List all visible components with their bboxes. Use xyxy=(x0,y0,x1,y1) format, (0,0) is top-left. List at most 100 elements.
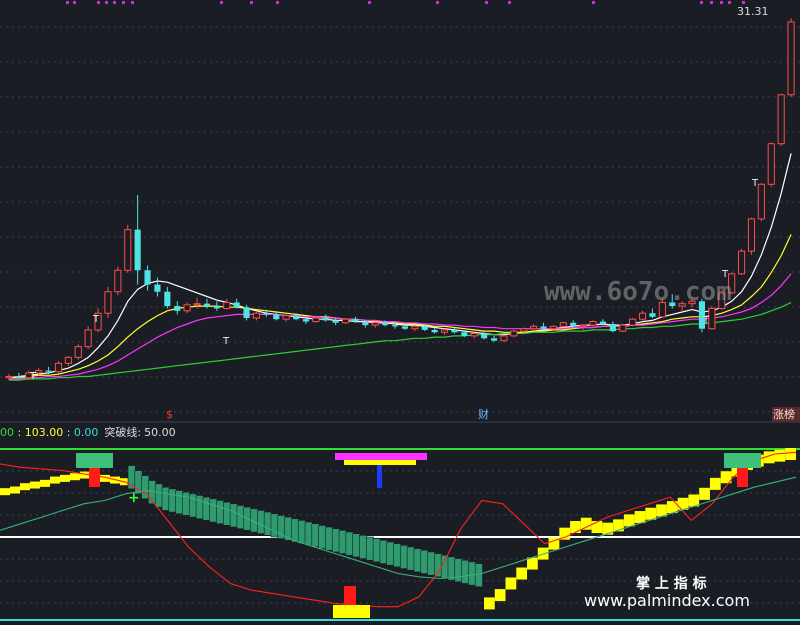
candle-body-up xyxy=(54,362,63,373)
candle-body-up xyxy=(64,356,72,364)
candle-body-up xyxy=(282,315,290,320)
marker-s: $ xyxy=(166,408,173,421)
yellow-rising-step xyxy=(699,487,710,500)
yellow-rising-step xyxy=(527,557,538,570)
event-dot xyxy=(97,1,100,4)
indicator-val: 50.00 xyxy=(144,426,176,439)
candle-body-up xyxy=(252,312,261,319)
candle-body-up xyxy=(510,330,518,337)
event-dot xyxy=(220,1,223,4)
yellow-rising-step xyxy=(623,514,635,527)
green-step xyxy=(216,500,225,525)
green-step xyxy=(338,530,347,554)
indicator-v1: 00 xyxy=(0,426,14,439)
signal-bar-blue xyxy=(377,465,382,488)
green-step xyxy=(379,540,388,564)
candle-body-up xyxy=(440,329,449,333)
event-dot xyxy=(742,1,745,4)
green-step xyxy=(304,521,313,546)
green-step xyxy=(447,556,456,581)
signal-block-bottom-red xyxy=(344,586,356,605)
indicator-sep1: : xyxy=(14,426,25,439)
candle-body-down xyxy=(391,325,399,327)
yellow-rising-step xyxy=(785,447,796,460)
event-dot xyxy=(700,1,703,4)
yellow-rising-step xyxy=(613,519,624,532)
candle-body-up xyxy=(341,318,350,324)
green-step xyxy=(291,518,299,543)
yellow-rising-step xyxy=(484,597,495,610)
candle-body-down xyxy=(649,313,656,317)
green-step xyxy=(461,559,470,584)
watermark-cn: 掌 上 指 标 xyxy=(636,575,707,592)
yellow-step xyxy=(20,483,30,491)
candle-body-down xyxy=(273,314,280,320)
candle-body-up xyxy=(757,183,765,220)
candle-body-down xyxy=(609,323,616,332)
candle-body-down xyxy=(382,322,389,326)
green-step xyxy=(420,549,429,574)
candle-body-down xyxy=(174,306,181,311)
marker-cai: 财 xyxy=(478,407,489,421)
yellow-step xyxy=(40,479,50,487)
candle-body-down xyxy=(401,326,409,329)
candle-body-down xyxy=(302,319,310,322)
candle-body-up xyxy=(223,301,231,309)
green-step xyxy=(365,536,374,561)
yellow-step xyxy=(10,486,20,494)
green-step xyxy=(468,561,476,586)
yellow-rising-step xyxy=(559,527,571,540)
candle-body-down xyxy=(292,315,300,320)
candle-body-down xyxy=(461,332,468,336)
yellow-rising-step xyxy=(774,449,786,462)
candle-body-up xyxy=(787,21,795,96)
candle-body-up xyxy=(312,317,320,323)
candle-body-down xyxy=(421,326,428,330)
candle-body-up xyxy=(104,291,112,314)
event-dot xyxy=(710,1,713,4)
candle-body-up xyxy=(84,329,92,348)
yellow-rising-step xyxy=(580,517,592,530)
signal-block-right-green xyxy=(724,453,761,468)
t-marker: T xyxy=(702,315,710,326)
yellow-rising-step xyxy=(709,477,721,490)
green-step xyxy=(257,510,265,534)
candle-body-down xyxy=(332,320,339,323)
yellow-rising-step xyxy=(516,567,528,580)
candle-body-down xyxy=(233,302,240,308)
signal-block-left-green xyxy=(76,453,113,468)
candle-body-down xyxy=(570,322,577,327)
candle-body-down xyxy=(352,319,359,322)
green-step xyxy=(154,483,163,508)
candle-body-down xyxy=(45,370,52,372)
candle-body-down xyxy=(362,321,369,326)
green-step xyxy=(311,523,320,548)
candle-body-up xyxy=(777,94,785,145)
indicator-header: 00 : 103.00 : 0.00 突破线: 50.00 xyxy=(0,425,176,439)
yellow-step xyxy=(30,481,40,489)
event-dot xyxy=(436,1,439,4)
candle-body-up xyxy=(530,325,538,330)
green-step xyxy=(223,501,231,526)
yellow-rising-step xyxy=(645,507,657,520)
event-dot xyxy=(368,1,371,4)
signal-block-bottom-yellow xyxy=(333,605,370,618)
candle-body-up xyxy=(500,335,508,342)
yellow-step xyxy=(50,476,60,484)
candle-body-down xyxy=(490,338,498,341)
yellow-rising-step xyxy=(591,521,603,534)
candle-body-up xyxy=(629,318,637,326)
candle-body-up xyxy=(520,328,528,332)
green-step xyxy=(195,495,204,520)
candle-body-down xyxy=(322,317,329,321)
event-dot xyxy=(105,1,108,4)
green-step xyxy=(182,491,191,516)
candle-body-down xyxy=(540,326,547,329)
green-step xyxy=(440,554,449,579)
yellow-rising-step xyxy=(656,504,667,517)
candle-body-up xyxy=(193,303,201,306)
event-dot xyxy=(73,1,76,4)
candle-body-up xyxy=(183,304,191,312)
event-dot xyxy=(720,1,723,4)
green-step xyxy=(318,525,327,549)
